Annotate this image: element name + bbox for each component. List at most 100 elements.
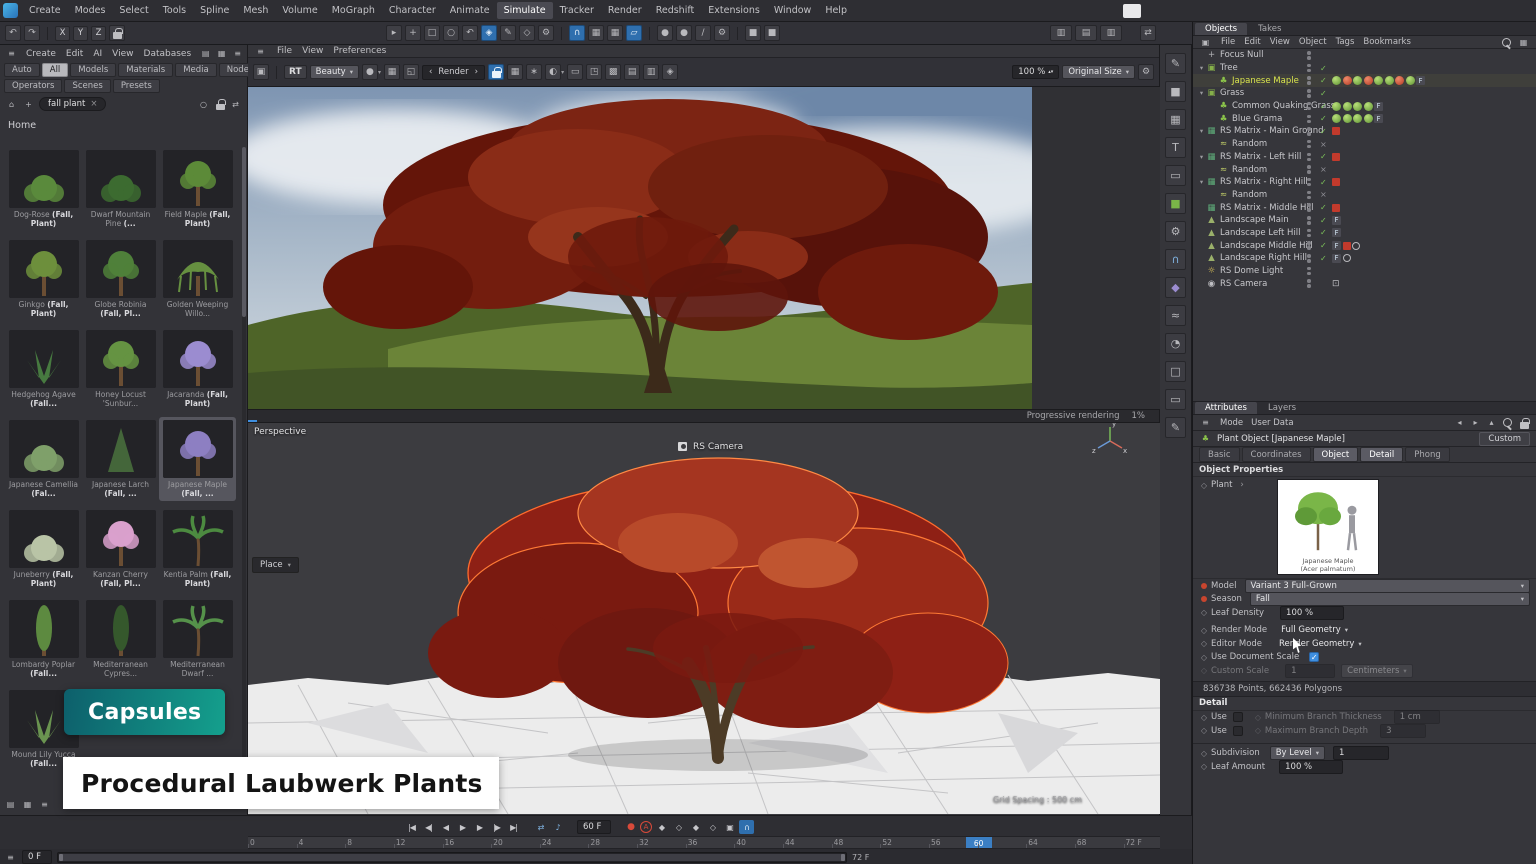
next-key-button[interactable]: |▶ bbox=[489, 820, 504, 834]
object-tree-item[interactable]: ▲Landscape Right Hill✓F bbox=[1193, 252, 1536, 265]
disabled-x-icon[interactable]: × bbox=[1320, 165, 1327, 174]
object-tree-item[interactable]: ▾▣Tree✓ bbox=[1193, 62, 1536, 75]
caret-icon[interactable]: ▾ bbox=[378, 69, 381, 76]
asset-item[interactable]: Dwarf Mountain Pine (... bbox=[82, 147, 159, 231]
live-selection-icon[interactable]: ▸ bbox=[386, 25, 402, 41]
menu-modes[interactable]: Modes bbox=[68, 2, 113, 19]
keyframe-dot-icon[interactable] bbox=[1201, 583, 1207, 589]
menu-tools[interactable]: Tools bbox=[156, 2, 193, 19]
redshift-tag-icon[interactable] bbox=[1332, 127, 1340, 135]
menu-mesh[interactable]: Mesh bbox=[236, 2, 275, 19]
asset-item[interactable]: Mediterranean Dwarf ... bbox=[159, 597, 236, 681]
attr-lock-icon[interactable] bbox=[1517, 416, 1530, 429]
enabled-check-icon[interactable]: ✓ bbox=[1320, 76, 1327, 85]
wrench-icon[interactable]: ⚙ bbox=[714, 25, 730, 41]
scale-icon[interactable]: □ bbox=[424, 25, 440, 41]
enabled-check-icon[interactable]: ✓ bbox=[1320, 127, 1327, 136]
plane-icon[interactable]: ▦ bbox=[1165, 109, 1186, 130]
text-icon[interactable]: T bbox=[1165, 137, 1186, 158]
enabled-check-icon[interactable]: ✓ bbox=[1320, 114, 1327, 123]
disabled-x-icon[interactable]: × bbox=[1320, 190, 1327, 199]
gear-icon[interactable]: ⚙ bbox=[1138, 64, 1154, 80]
redshift-tag-icon[interactable] bbox=[1332, 153, 1340, 161]
custom-button[interactable]: Custom bbox=[1479, 432, 1530, 446]
filter-all[interactable]: All bbox=[42, 63, 69, 77]
plant-preview-thumbnail[interactable]: Japanese Maple (Acer palmatum) bbox=[1277, 479, 1379, 575]
asset-item[interactable]: Golden Weeping Willo... bbox=[159, 237, 236, 321]
custom-scale-unit-dropdown[interactable]: Centimeters▾ bbox=[1341, 664, 1413, 678]
asset-item[interactable]: Hedgehog Agave (Fall... bbox=[5, 327, 82, 411]
asset-item[interactable]: Jacaranda (Fall, Plant) bbox=[159, 327, 236, 411]
display-icon[interactable]: ▭ bbox=[1165, 389, 1186, 410]
rv-menu-file[interactable]: File bbox=[277, 46, 292, 56]
visibility-dots[interactable] bbox=[1307, 178, 1311, 187]
home-icon[interactable]: ⌂ bbox=[5, 98, 18, 111]
search-input[interactable]: fall plant × bbox=[39, 97, 106, 111]
render-view-menu-icon[interactable]: ≡ bbox=[254, 45, 267, 58]
visibility-dots[interactable] bbox=[1307, 165, 1311, 174]
enabled-check-icon[interactable]: ✓ bbox=[1320, 152, 1327, 161]
menu-extensions[interactable]: Extensions bbox=[701, 2, 767, 19]
ring-tag-icon[interactable] bbox=[1352, 242, 1360, 250]
object-tree-item[interactable]: +Focus Null bbox=[1193, 49, 1536, 62]
visibility-dots[interactable] bbox=[1307, 127, 1311, 136]
visibility-dots[interactable] bbox=[1307, 191, 1311, 200]
redshift-tag-icon[interactable] bbox=[1332, 178, 1340, 186]
dock-icon[interactable]: ▤ bbox=[199, 47, 212, 60]
expander-icon[interactable]: ▾ bbox=[1197, 178, 1206, 186]
render-viewport[interactable] bbox=[248, 87, 1160, 409]
timeline-ruler[interactable]: 60048121620242832364044485256646872 F bbox=[248, 836, 1160, 849]
object-tree-item[interactable]: ▾▦RS Matrix - Right Hill✓ bbox=[1193, 176, 1536, 189]
knife-icon[interactable]: / bbox=[695, 25, 711, 41]
cube-a-icon[interactable]: ■ bbox=[745, 25, 761, 41]
material-tag-icon[interactable] bbox=[1343, 76, 1352, 85]
attr-search-icon[interactable] bbox=[1501, 416, 1514, 429]
play-button[interactable]: ▶ bbox=[455, 820, 470, 834]
object-tree-item[interactable]: ◉RS Camera⊡ bbox=[1193, 277, 1536, 290]
rv-menu-view[interactable]: View bbox=[302, 46, 323, 56]
search-icon[interactable] bbox=[1500, 36, 1513, 49]
layout-right-icon[interactable]: ▥ bbox=[1100, 25, 1122, 41]
object-tree-item[interactable]: ▲Landscape Middle Hill✓F bbox=[1193, 239, 1536, 252]
menu-animate[interactable]: Animate bbox=[443, 2, 497, 19]
filter-auto[interactable]: Auto bbox=[4, 63, 40, 77]
material-tag-icon[interactable] bbox=[1353, 76, 1362, 85]
visibility-dots[interactable] bbox=[1307, 115, 1311, 124]
move-icon[interactable]: + bbox=[405, 25, 421, 41]
material-ball-icon[interactable]: ● bbox=[362, 64, 378, 80]
filter-models[interactable]: Models bbox=[70, 63, 116, 77]
visibility-dots[interactable] bbox=[1307, 267, 1311, 276]
filter-icon[interactable]: ▦ bbox=[1517, 36, 1530, 49]
layout-tab-icon[interactable] bbox=[1123, 4, 1141, 18]
target-tag-icon[interactable]: ⊡ bbox=[1332, 279, 1340, 289]
min-branch-use-checkbox[interactable] bbox=[1233, 712, 1243, 722]
camera-label[interactable]: RS Camera bbox=[676, 441, 743, 452]
asset-item[interactable]: Kanzan Cherry (Fall, Pl... bbox=[82, 507, 159, 591]
plant-expander-icon[interactable]: › bbox=[1240, 480, 1243, 490]
go-to-end-button[interactable]: ▶| bbox=[506, 820, 521, 834]
asset-item[interactable]: Ginkgo (Fall, Plant) bbox=[5, 237, 82, 321]
asset-item[interactable]: Globe Robinia (Fall, Pl... bbox=[82, 237, 159, 321]
go-to-start-button[interactable]: |◀ bbox=[404, 820, 419, 834]
app-logo-icon[interactable] bbox=[3, 3, 18, 18]
visibility-dots[interactable] bbox=[1307, 89, 1311, 98]
region-icon[interactable]: ▭ bbox=[567, 64, 583, 80]
asset-item[interactable]: Lombardy Poplar (Fall... bbox=[5, 597, 82, 681]
grid-icon[interactable]: ▦ bbox=[384, 64, 400, 80]
checker-icon[interactable]: ▩ bbox=[605, 64, 621, 80]
filter-media[interactable]: Media bbox=[175, 63, 217, 77]
enabled-check-icon[interactable]: ✓ bbox=[1320, 241, 1327, 250]
refresh-icon[interactable]: ⇄ bbox=[1140, 25, 1156, 41]
link-icon[interactable]: ○ bbox=[197, 98, 210, 111]
use-document-scale-checkbox[interactable]: ✓ bbox=[1309, 652, 1319, 662]
menu-window[interactable]: Window bbox=[767, 2, 818, 19]
enabled-check-icon[interactable]: ✓ bbox=[1320, 64, 1327, 73]
material-tag-icon[interactable] bbox=[1364, 114, 1373, 123]
cube-b-icon[interactable]: ■ bbox=[764, 25, 780, 41]
menu-tracker[interactable]: Tracker bbox=[553, 2, 601, 19]
key-rotation-button[interactable]: ◆ bbox=[688, 820, 703, 834]
axis-y-toggle[interactable]: Y bbox=[73, 26, 88, 41]
material-tag-icon[interactable] bbox=[1353, 114, 1362, 123]
material-tag-icon[interactable] bbox=[1343, 114, 1352, 123]
sound-button[interactable]: ♪ bbox=[550, 820, 565, 834]
